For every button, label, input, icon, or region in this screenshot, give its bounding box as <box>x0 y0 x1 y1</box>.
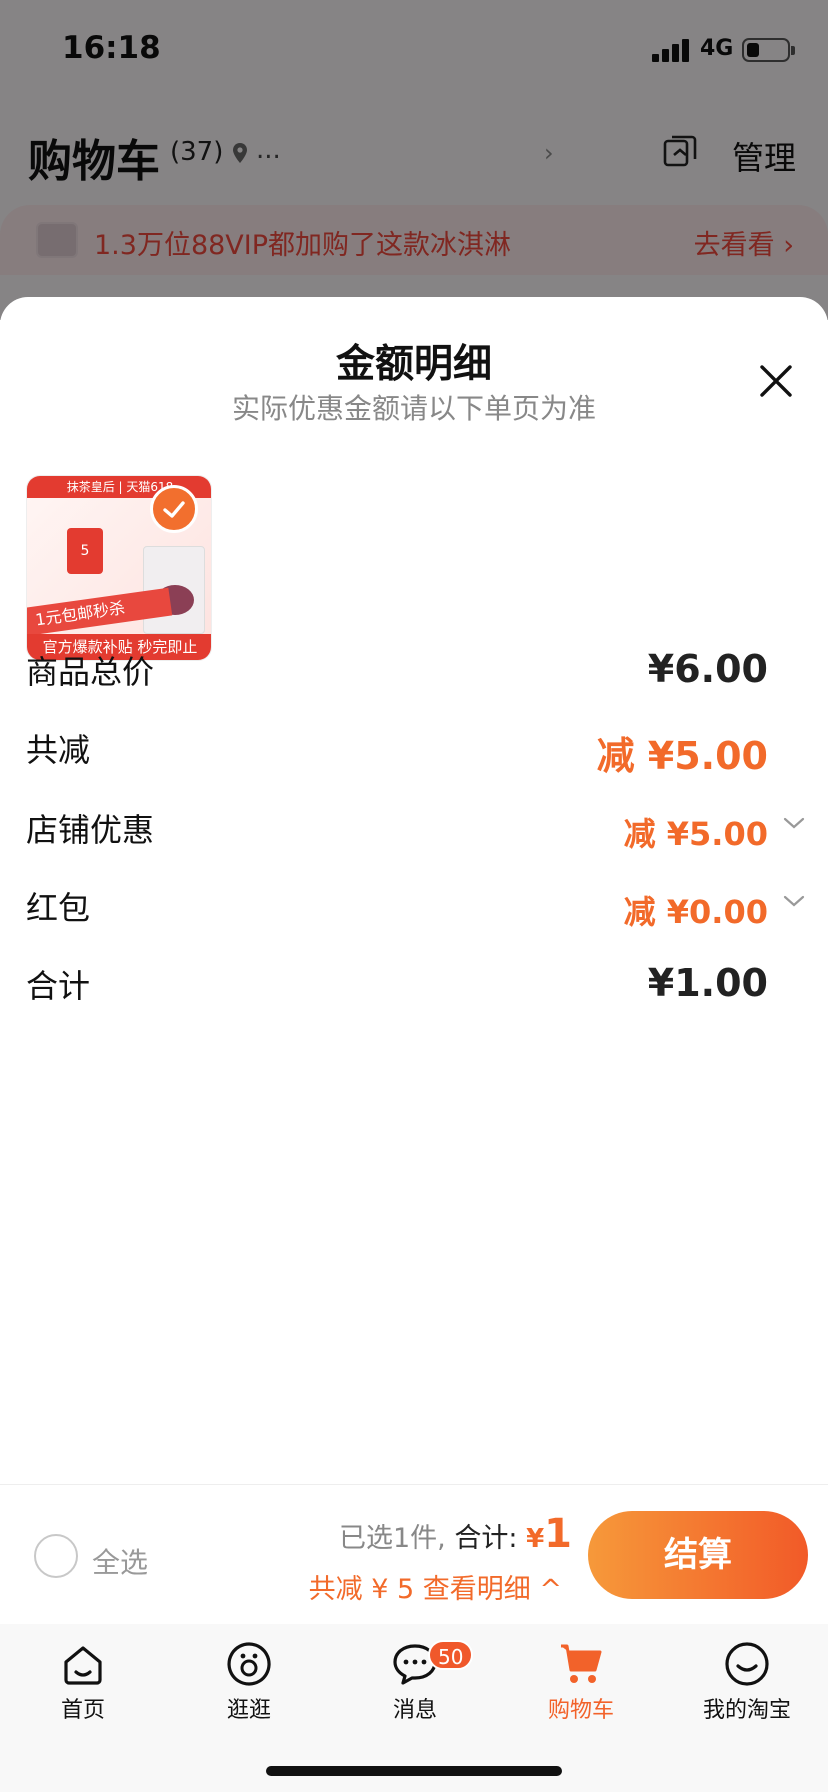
row-label: 红包 <box>26 889 91 927</box>
discount-text: 共减 ¥ 5 <box>308 1574 415 1605</box>
row-label: 商品总价 <box>26 653 155 691</box>
discount-detail[interactable]: 共减 ¥ 5 查看明细 ^ <box>309 1567 562 1606</box>
tab-cart[interactable]: 购物车 <box>498 1640 664 1750</box>
selected-check-icon[interactable] <box>150 485 198 533</box>
tab-label: 逛逛 <box>226 1698 271 1723</box>
select-all-checkbox[interactable] <box>34 1534 78 1578</box>
home-indicator[interactable] <box>266 1766 562 1776</box>
tab-label: 我的淘宝 <box>702 1698 791 1723</box>
row-shop-discount[interactable]: 店铺优惠 减 ¥5.00 <box>0 805 828 855</box>
row-label: 合计 <box>26 967 91 1005</box>
tab-messages[interactable]: 50 消息 <box>332 1640 498 1750</box>
profile-icon <box>725 1642 769 1686</box>
selected-summary: 已选1件, 合计: ¥1 <box>339 1511 572 1557</box>
modal-overlay[interactable] <box>0 0 828 320</box>
total-label: 合计: <box>454 1523 518 1554</box>
checkout-bar: 全选 已选1件, 合计: ¥1 共减 ¥ 5 查看明细 ^ 结算 <box>0 1484 828 1624</box>
row-total-price: 商品总价 ¥6.00 <box>0 647 828 697</box>
amount-detail-sheet: 金额明细 实际优惠金额请以下单页为准 抹茶皇后 | 天猫618 5 1元包邮秒杀… <box>0 297 828 1481</box>
sheet-title: 金额明细 <box>335 342 492 387</box>
message-badge: 50 <box>428 1640 474 1670</box>
chevron-down-icon[interactable] <box>782 893 806 909</box>
close-icon[interactable] <box>756 361 796 401</box>
row-label: 店铺优惠 <box>26 811 155 849</box>
cart-icon <box>561 1644 602 1683</box>
chevron-down-icon[interactable] <box>782 815 806 831</box>
selected-count-text: 已选1件, <box>339 1523 446 1554</box>
row-value: 减 ¥0.00 <box>623 893 768 931</box>
currency-symbol: ¥ <box>526 1524 545 1554</box>
tab-browse[interactable]: 逛逛 <box>166 1640 332 1750</box>
sheet-subtitle: 实际优惠金额请以下单页为准 <box>231 392 596 425</box>
tab-label: 消息 <box>392 1698 437 1723</box>
row-total-discount: 共减 减 ¥5.00 <box>0 725 828 778</box>
total-amount: 1 <box>544 1511 572 1557</box>
view-detail-link[interactable]: 查看明细 ^ <box>423 1574 562 1605</box>
tab-label: 购物车 <box>547 1698 614 1723</box>
row-red-packet[interactable]: 红包 减 ¥0.00 <box>0 883 828 933</box>
home-icon <box>64 1646 102 1685</box>
browse-icon <box>227 1642 271 1686</box>
row-value: ¥6.00 <box>647 647 768 691</box>
row-value: 减 ¥5.00 <box>596 734 768 778</box>
row-value: ¥1.00 <box>647 961 768 1005</box>
row-label: 共减 <box>26 731 91 769</box>
product-image-badge: 5 <box>67 528 103 574</box>
tab-profile[interactable]: 我的淘宝 <box>664 1640 828 1750</box>
row-value: 减 ¥5.00 <box>623 815 768 853</box>
row-grand-total: 合计 ¥1.00 <box>0 961 828 1011</box>
tab-label: 首页 <box>60 1698 105 1723</box>
tab-home[interactable]: 首页 <box>0 1640 166 1750</box>
select-all-label[interactable]: 全选 <box>92 1541 148 1581</box>
checkout-button[interactable]: 结算 <box>588 1511 808 1599</box>
